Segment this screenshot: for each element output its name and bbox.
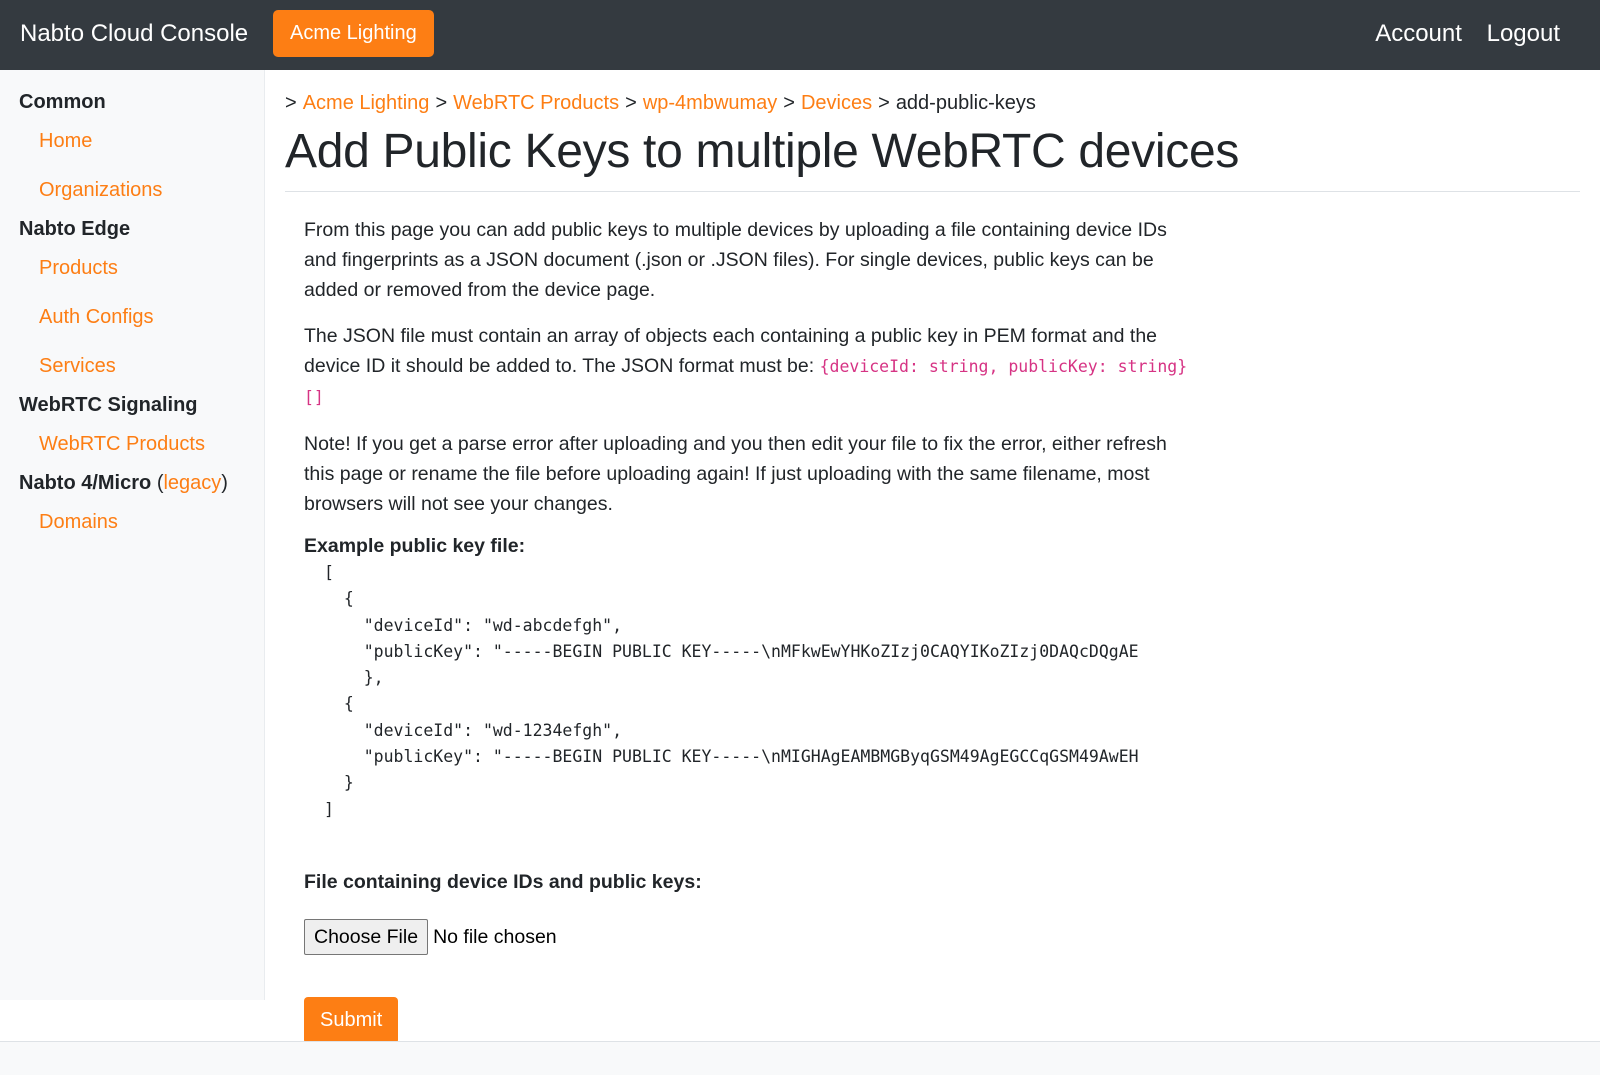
breadcrumb-item-devices[interactable]: Devices xyxy=(801,92,872,114)
sidebar-item-domains[interactable]: Domains xyxy=(39,511,118,534)
format-paragraph: The JSON file must contain an array of o… xyxy=(304,321,1194,413)
breadcrumb-item-acme-lighting[interactable]: Acme Lighting xyxy=(303,92,430,114)
sidebar-heading-webrtc-signaling: WebRTC Signaling xyxy=(19,394,198,416)
file-status: No file chosen xyxy=(433,925,557,948)
account-link[interactable]: Account xyxy=(1375,20,1462,47)
page-title: Add Public Keys to multiple WebRTC devic… xyxy=(285,125,1240,178)
breadcrumb: > Acme Lighting > WebRTC Products > wp-4mbwum… xyxy=(285,92,1036,115)
breadcrumb-separator: > xyxy=(435,92,448,114)
sidebar-heading-nabto4-micro-label: Nabto 4/Micro xyxy=(19,472,152,494)
file-input[interactable]: Choose File No file chosen xyxy=(304,919,557,955)
top-navbar: Nabto Cloud Console Acme Lighting Accoun… xyxy=(0,0,1600,70)
file-field-label: File containing device IDs and public ke… xyxy=(304,871,702,893)
breadcrumb-separator: > xyxy=(878,92,890,114)
sidebar-heading-nabto-edge: Nabto Edge xyxy=(19,218,131,240)
footer xyxy=(0,1042,1600,1075)
sidebar-item-organizations[interactable]: Organizations xyxy=(39,179,162,202)
sidebar-heading-nabto4-micro: Nabto 4/Micro (legacy) xyxy=(19,472,228,495)
title-divider xyxy=(285,191,1580,192)
breadcrumb-separator: > xyxy=(783,92,795,114)
description-section: From this page you can add public keys t… xyxy=(304,215,1194,823)
sidebar-item-webrtc-products[interactable]: WebRTC Products xyxy=(39,433,205,456)
breadcrumb-current: add-public-keys xyxy=(895,92,1036,114)
sidebar-heading-common: Common xyxy=(19,91,106,113)
breadcrumb-separator: > xyxy=(625,92,637,114)
brand-link[interactable]: Nabto Cloud Console xyxy=(20,20,248,48)
sidebar: Common Home Organizations Nabto Edge Pro… xyxy=(0,70,265,1000)
legacy-link[interactable]: legacy xyxy=(163,472,221,494)
breadcrumb-item-product[interactable]: wp-4mbwumay xyxy=(643,92,777,114)
top-links: Account Logout xyxy=(1357,20,1560,48)
breadcrumb-item-webrtc-products[interactable]: WebRTC Products xyxy=(453,92,619,114)
organization-button[interactable]: Acme Lighting xyxy=(273,10,434,57)
logout-link[interactable]: Logout xyxy=(1487,20,1560,47)
example-label: Example public key file: xyxy=(304,535,526,557)
note-paragraph: Note! If you get a parse error after upl… xyxy=(304,433,1167,515)
sidebar-item-auth-configs[interactable]: Auth Configs xyxy=(39,306,154,329)
sidebar-item-home[interactable]: Home xyxy=(39,130,92,153)
sidebar-item-products[interactable]: Products xyxy=(39,257,118,280)
submit-button[interactable]: Submit xyxy=(304,997,399,1044)
breadcrumb-separator: > xyxy=(285,92,297,114)
intro-paragraph: From this page you can add public keys t… xyxy=(304,219,1167,301)
choose-file-button[interactable]: Choose File xyxy=(304,919,429,955)
paren-close: ) xyxy=(221,472,228,494)
example-code-block: [ { "deviceId": "wd-abcdefgh", "publicKe… xyxy=(324,563,1139,819)
sidebar-item-services[interactable]: Services xyxy=(39,355,116,378)
